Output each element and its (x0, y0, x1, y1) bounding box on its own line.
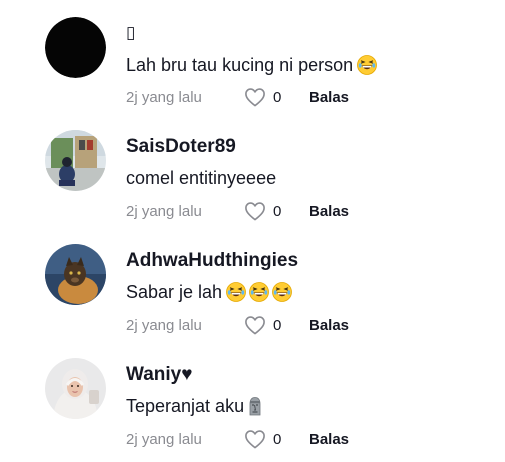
comment-username[interactable]: Waniy♥ (126, 364, 193, 386)
comment-timestamp: 2j yang lalu (126, 316, 202, 334)
like-button[interactable]: 0 (244, 315, 309, 335)
comment-text: Sabar je lah (126, 280, 292, 304)
like-button[interactable]: 0 (244, 429, 309, 449)
comment-item: SaisDoter89 comel entitinyeeee 2j yang l… (0, 114, 505, 228)
avatar[interactable] (45, 17, 106, 78)
comment-timestamp: 2j yang lalu (126, 430, 202, 448)
comment-timestamp: 2j yang lalu (126, 202, 202, 220)
comment-username[interactable]: ▯ (126, 22, 135, 44)
comment-text-content: Teperanjat aku (126, 396, 245, 416)
laughing-emoji (226, 282, 246, 302)
comment-text-content: Sabar je lah (126, 282, 223, 302)
like-count: 0 (273, 316, 282, 334)
comment-meta: 2j yang lalu 0 Balas (126, 200, 349, 222)
comment-text: Teperanjat aku (126, 394, 265, 418)
like-button[interactable]: 0 (244, 87, 309, 107)
comment-meta: 2j yang lalu 0 Balas (126, 86, 349, 108)
comment-username[interactable]: SaisDoter89 (126, 136, 236, 158)
avatar[interactable] (45, 358, 106, 419)
comment-meta: 2j yang lalu 0 Balas (126, 428, 349, 450)
comment-item: Waniy♥ Teperanjat aku 2j yang lalu 0 Bal… (0, 342, 505, 456)
comment-meta: 2j yang lalu 0 Balas (126, 314, 349, 336)
like-count: 0 (273, 202, 282, 220)
heart-outline-icon (245, 202, 265, 221)
reply-button[interactable]: Balas (309, 203, 349, 220)
laughing-emoji (272, 282, 292, 302)
heart-outline-icon (245, 316, 265, 335)
comment-item: ▯ Lah bru tau kucing ni person 2j yang l… (0, 0, 505, 114)
like-button[interactable]: 0 (244, 201, 309, 221)
like-count: 0 (273, 88, 282, 106)
heart-outline-icon (245, 430, 265, 449)
heart-outline-icon (245, 88, 265, 107)
like-count: 0 (273, 430, 282, 448)
reply-button[interactable]: Balas (309, 89, 349, 106)
laughing-emoji (357, 55, 378, 75)
comment-item: AdhwaHudthingies Sabar je lah 2j yang la… (0, 228, 505, 342)
comment-text-content: comel entitinyeeee (126, 168, 277, 188)
comment-text: comel entitinyeeee (126, 166, 276, 190)
comment-text: Lah bru tau kucing ni person (126, 53, 378, 77)
avatar[interactable] (45, 130, 106, 191)
comment-text-content: Lah bru tau kucing ni person (126, 55, 354, 75)
reply-button[interactable]: Balas (309, 431, 349, 448)
moai-emoji (249, 397, 261, 416)
comment-timestamp: 2j yang lalu (126, 88, 202, 106)
reply-button[interactable]: Balas (309, 317, 349, 334)
laughing-emoji (249, 282, 269, 302)
avatar[interactable] (45, 244, 106, 305)
comment-username[interactable]: AdhwaHudthingies (126, 250, 298, 272)
